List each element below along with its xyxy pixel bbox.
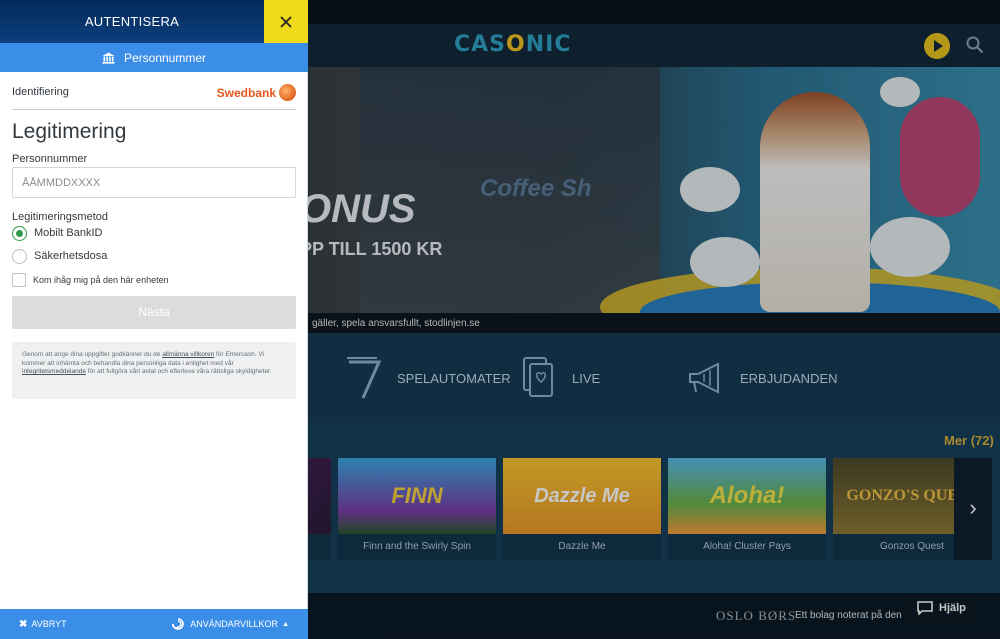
radio-unselected-icon[interactable] (12, 248, 27, 264)
user-terms-label: ANVÄNDARVILLKOR (190, 619, 279, 629)
cancel-label: AVBRYT (31, 619, 67, 629)
method-label: Legitimeringsmetod (12, 211, 108, 223)
swedbank-oak-icon (279, 84, 296, 101)
auth-title: AUTENTISERA (84, 14, 180, 29)
bank-name: Swedbank (216, 85, 276, 100)
user-terms-button[interactable]: ANVÄNDARVILLKOR ▲ (172, 609, 289, 639)
auth-header: AUTENTISERA (0, 0, 308, 43)
personnummer-input[interactable] (12, 167, 296, 198)
authentication-panel: AUTENTISERA Personnummer Identifiering S… (0, 0, 308, 639)
close-button[interactable] (264, 0, 308, 43)
close-icon (280, 15, 292, 28)
method-option-label: Säkerhetsdosa (34, 250, 108, 262)
remember-me-checkbox[interactable] (12, 273, 26, 287)
swirl-logo-icon (172, 618, 184, 630)
remember-me-label: Kom ihåg mig på den här enheten (33, 275, 169, 285)
consent-text: Genom att ange dina uppgifter godkänner … (22, 351, 163, 358)
remember-me-row[interactable]: Kom ihåg mig på den här enheten (12, 272, 169, 288)
consent-notice: Genom att ange dina uppgifter godkänner … (12, 342, 296, 399)
consent-text: för att fullgöra vårt avtal och efterlev… (85, 368, 272, 376)
tab-label: Personnummer (123, 50, 207, 65)
radio-selected-icon[interactable] (12, 225, 27, 241)
next-button[interactable]: Nästa (12, 296, 296, 329)
method-option-mobile-bankid[interactable]: Mobilt BankID (12, 224, 212, 242)
page-title: Legitimering (12, 120, 127, 143)
method-option-security-token[interactable]: Säkerhetsdosa (12, 247, 212, 265)
close-icon: ✖ (19, 618, 28, 630)
tab-personnummer[interactable]: Personnummer (0, 43, 308, 72)
auth-footer: ✖ AVBRYT ANVÄNDARVILLKOR ▲ (0, 609, 308, 639)
identification-row: Identifiering Swedbank (12, 80, 296, 110)
bank-icon (102, 52, 115, 64)
method-option-label: Mobilt BankID (34, 227, 103, 239)
caret-up-icon: ▲ (282, 620, 289, 628)
cancel-button[interactable]: ✖ AVBRYT (19, 609, 67, 639)
personnummer-label: Personnummer (12, 153, 88, 165)
terms-link[interactable]: allmänna villkoren (162, 351, 214, 358)
privacy-notice-link[interactable]: integritetsmeddelande (22, 368, 86, 375)
identification-label: Identifiering (12, 86, 69, 98)
bank-logo: Swedbank (217, 84, 296, 101)
